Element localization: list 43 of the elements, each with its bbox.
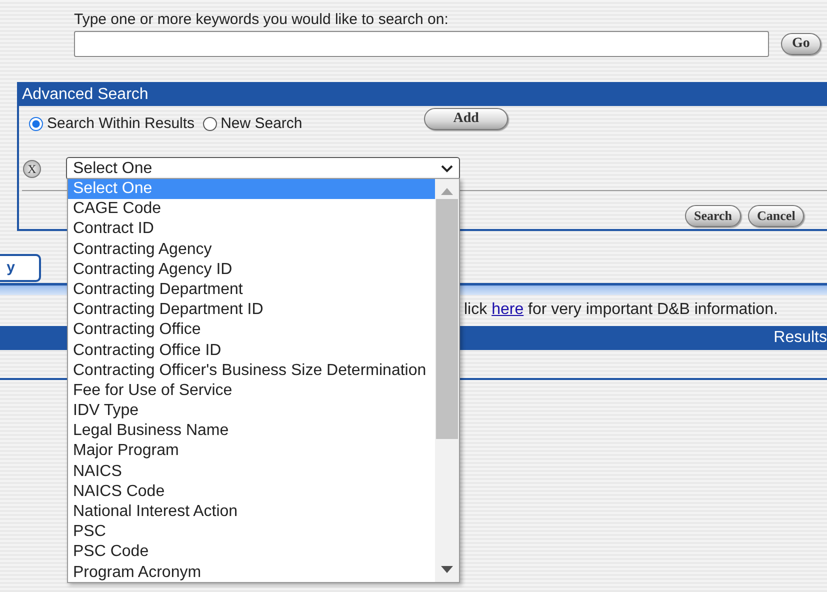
radio-button[interactable] [202, 117, 217, 131]
notice-text: lick here for very important D&B information. [464, 300, 779, 320]
dropdown-option[interactable]: Major Program [68, 441, 435, 462]
dropdown-option[interactable]: Contracting Agency ID [68, 260, 435, 280]
keyword-field[interactable] [74, 31, 769, 57]
add-button[interactable]: Add [424, 108, 508, 130]
dropdown-option[interactable]: Contracting Department [68, 280, 435, 300]
tab[interactable]: y [0, 254, 41, 282]
field-select[interactable]: Select One [66, 157, 460, 180]
dropdown-option[interactable]: Contracting Office ID [68, 340, 435, 361]
go-button[interactable]: Go [781, 33, 821, 55]
scrollbar[interactable] [435, 179, 459, 582]
scrollbar-thumb[interactable] [436, 199, 458, 439]
scope-radio-option[interactable]: New Search [202, 112, 302, 136]
panel-title: Advanced Search [19, 84, 827, 106]
dropdown-option[interactable]: National Interest Action [68, 502, 435, 522]
radio-label: Search Within Results [47, 114, 195, 134]
dropdown-option[interactable]: PSC [68, 522, 435, 542]
caret-icon [441, 164, 453, 172]
action-button[interactable]: Search [685, 205, 742, 227]
dropdown-option[interactable]: PSC Code [68, 542, 435, 563]
action-button[interactable]: Cancel [748, 205, 804, 227]
dropdown-option[interactable]: Contracting Office [68, 320, 435, 340]
dropdown-option[interactable]: CAGE Code [68, 199, 435, 220]
search-label: Type one or more keywords you would like to search on: [74, 10, 450, 30]
dropdown-option[interactable]: NAICS [68, 462, 435, 482]
dropdown-option[interactable]: Fee for Use of Service [68, 380, 435, 402]
dropdown-option[interactable]: NAICS Code [68, 482, 435, 502]
dropdown-option[interactable]: Contracting Department ID [68, 300, 435, 320]
results-title: Results [774, 328, 827, 348]
scroll-up-icon[interactable] [441, 187, 453, 195]
scroll-down-icon[interactable] [441, 566, 453, 574]
dropdown-option[interactable]: Legal Business Name [68, 421, 435, 442]
dropdown-option[interactable]: IDV Type [68, 401, 435, 422]
radio-button[interactable] [29, 117, 43, 131]
scope-radio-option[interactable]: Search Within Results [29, 112, 195, 136]
dropdown-option[interactable]: Contract ID [68, 219, 435, 240]
dropdown-option[interactable]: Contracting Officer's Business Size Determination [68, 360, 435, 381]
remove-button[interactable]: X [23, 160, 41, 178]
dropdown-option[interactable]: Contracting Agency [68, 240, 435, 260]
radio-label: New Search [220, 114, 302, 134]
here-link[interactable]: here [492, 301, 524, 318]
dropdown-option[interactable]: Program Acronym [68, 562, 435, 583]
